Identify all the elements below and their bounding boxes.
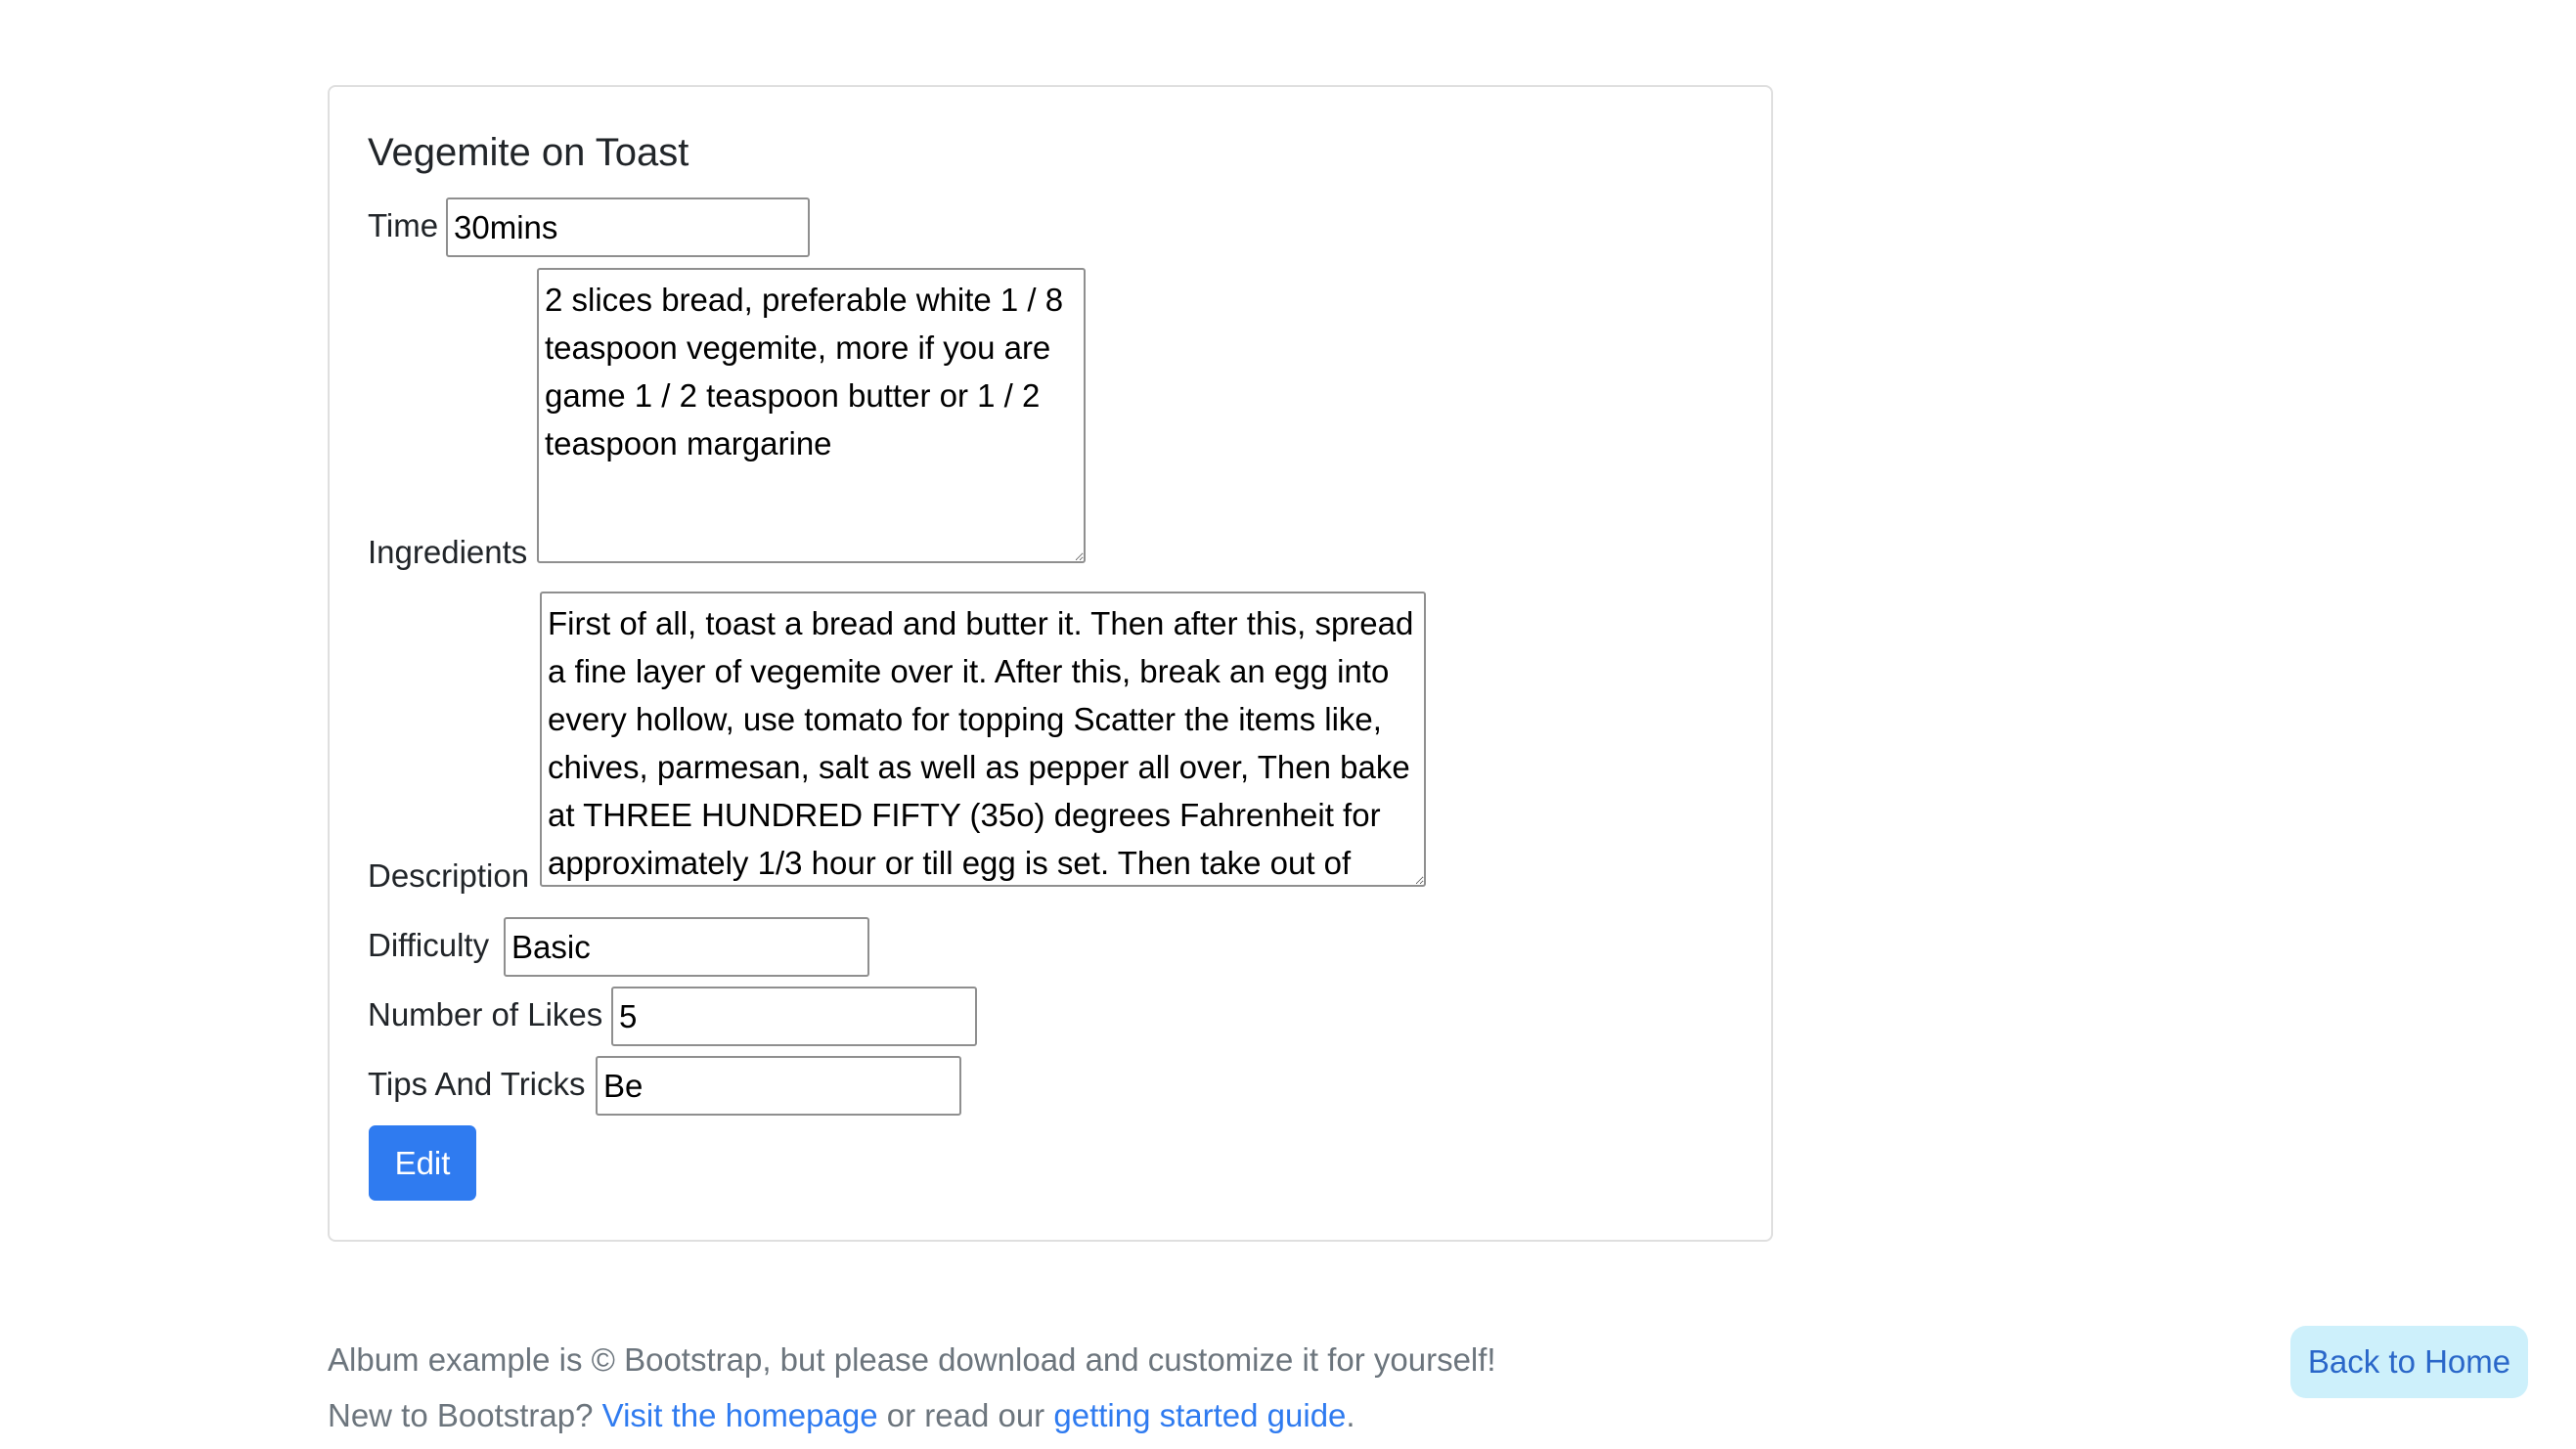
footer-prefix-text: New to Bootstrap?	[328, 1397, 594, 1433]
time-input[interactable]	[446, 198, 810, 257]
homepage-link[interactable]: Visit the homepage	[602, 1397, 878, 1433]
back-to-home-button[interactable]: Back to Home	[2290, 1326, 2528, 1398]
likes-input[interactable]	[611, 987, 977, 1046]
tips-label: Tips And Tricks	[368, 1066, 586, 1102]
difficulty-input[interactable]	[504, 917, 869, 977]
likes-label: Number of Likes	[368, 996, 603, 1032]
recipe-title: Vegemite on Toast	[368, 131, 689, 174]
time-label: Time	[368, 207, 439, 243]
difficulty-label: Difficulty	[368, 927, 490, 963]
tips-input[interactable]	[596, 1056, 961, 1116]
footer-middle-text: or read our	[886, 1397, 1045, 1433]
footer-copyright: Album example is © Bootstrap, but please…	[328, 1341, 1496, 1378]
getting-started-link[interactable]: getting started guide	[1053, 1397, 1346, 1433]
footer-links-line: New to Bootstrap? Visit the homepage or …	[328, 1394, 1355, 1437]
edit-button[interactable]: Edit	[369, 1125, 476, 1201]
footer-suffix-text: .	[1346, 1397, 1355, 1433]
description-label: Description	[368, 857, 530, 894]
description-textarea[interactable]: First of all, toast a bread and butter i…	[540, 592, 1426, 887]
ingredients-textarea[interactable]: 2 slices bread, preferable white 1 / 8 t…	[537, 268, 1086, 563]
ingredients-label: Ingredients	[368, 534, 528, 570]
